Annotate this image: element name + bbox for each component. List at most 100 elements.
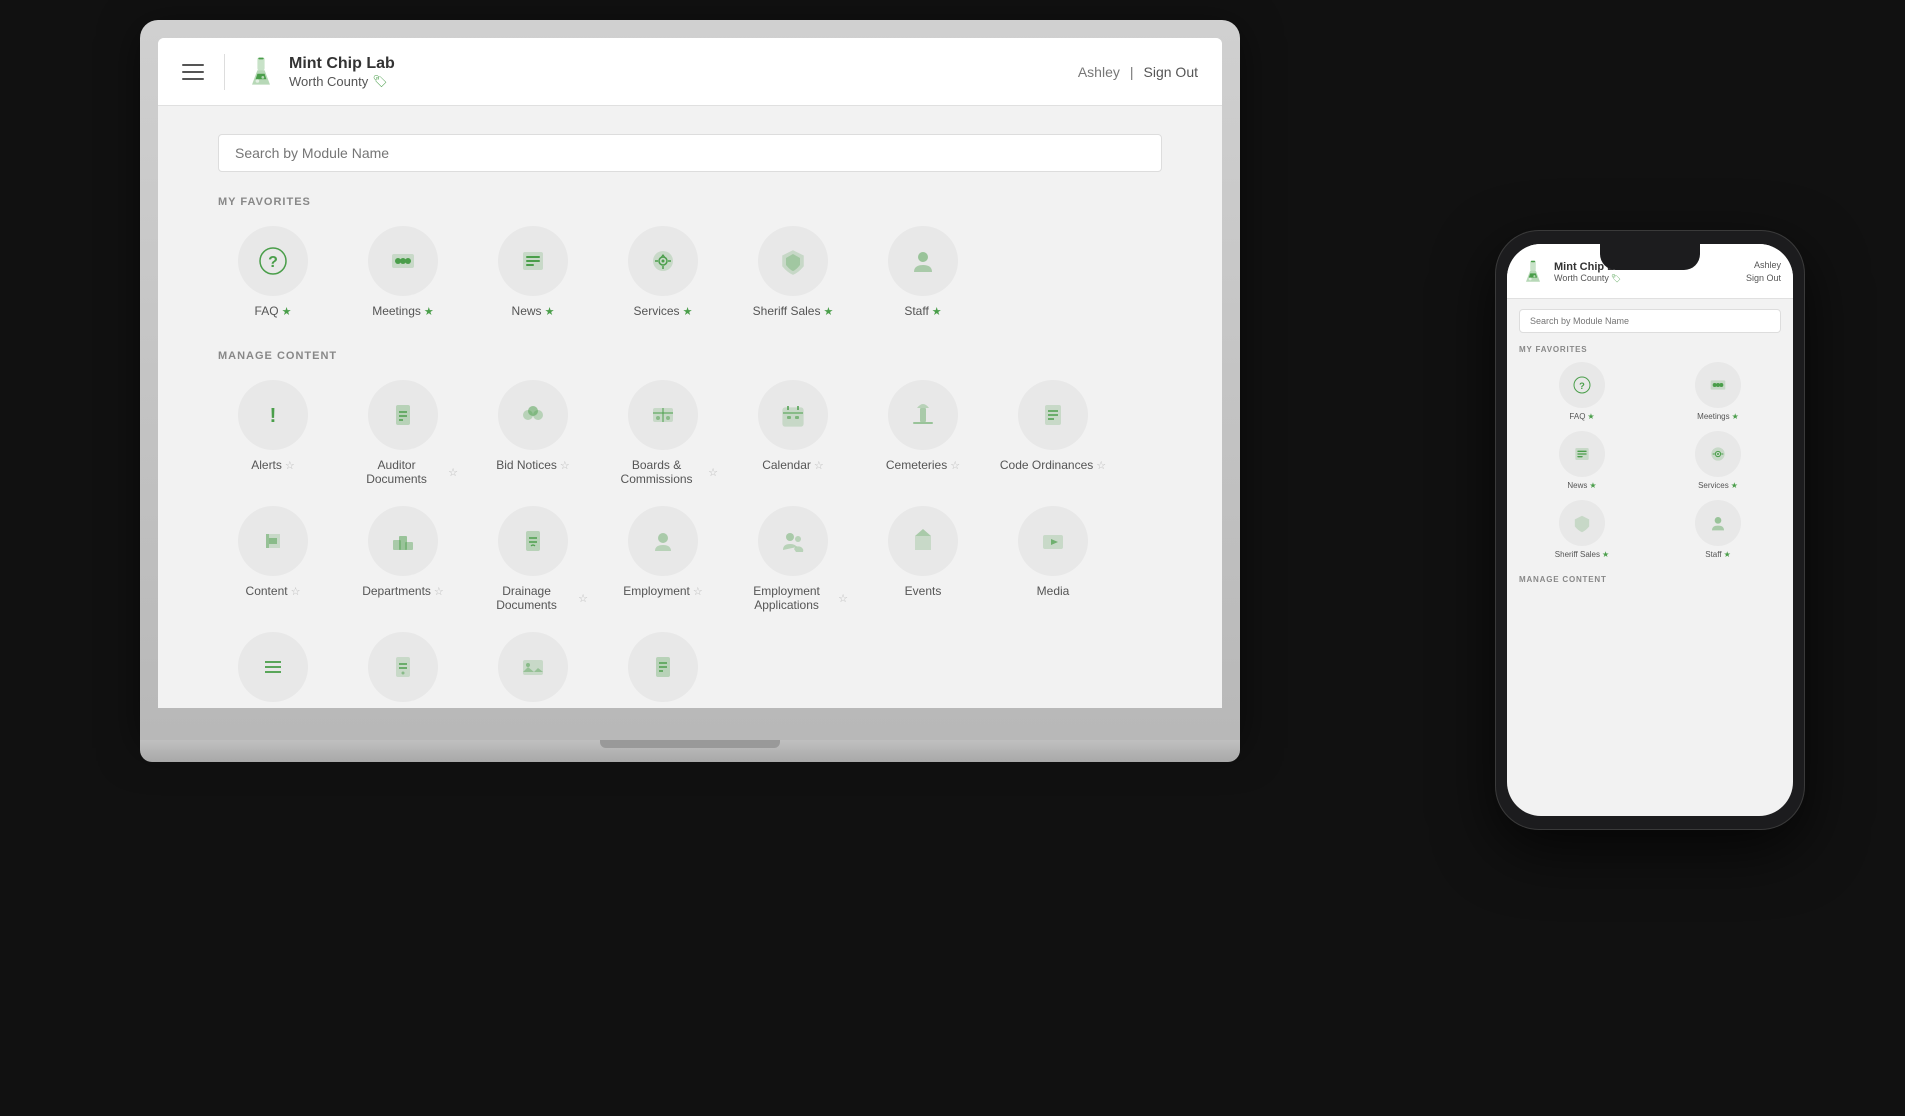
module-faq-label: FAQ★ [255,304,292,318]
phone-module-news-circle [1559,431,1605,477]
favorites-section-title: MY FAVORITES [218,196,1162,208]
phone-favorites-title: MY FAVORITES [1519,345,1781,354]
separator: | [1130,64,1134,80]
module-services-label: Services★ [634,304,693,318]
module-drainage-docs[interactable]: Drainage Documents☆ [478,506,588,612]
module-cemeteries[interactable]: Cemeteries☆ [868,380,978,486]
search-input[interactable] [218,134,1162,172]
alerts-star: ☆ [285,459,295,472]
module-departments[interactable]: Departments☆ [348,506,458,612]
brand-logo: Mint Chip Lab Worth County 🏷 [224,54,395,90]
module-drainage-docs-circle [498,506,568,576]
brand-name: Mint Chip Lab [289,54,395,73]
bid-star: ☆ [560,459,570,472]
phone-module-news-label: News★ [1567,481,1596,490]
module-news-label: News★ [512,304,555,318]
cemeteries-star: ☆ [950,459,960,472]
module-media[interactable]: Media [998,506,1108,612]
phone-brand-sub: Worth County 🏷 [1554,273,1627,283]
module-content-label: Content☆ [246,584,301,598]
module-photo-gallery[interactable]: Photo Gallery [478,632,588,708]
brand-text: Mint Chip Lab Worth County 🏷 [289,54,395,88]
laptop-base [140,740,1240,762]
news-star: ★ [545,305,555,318]
module-alerts[interactable]: ! Alerts☆ [218,380,328,486]
auditor-star: ☆ [448,466,458,479]
phone-module-news[interactable]: News★ [1519,431,1645,490]
module-cemeteries-circle [888,380,958,450]
laptop-outer: Mint Chip Lab Worth County 🏷 Ashley | Si… [140,20,1240,740]
departments-star: ☆ [434,585,444,598]
employment-apps-star: ☆ [838,592,848,605]
module-boards[interactable]: Boards & Commissions☆ [608,380,718,486]
phone-module-services[interactable]: Services★ [1655,431,1781,490]
phone-module-staff-circle [1695,500,1741,546]
scene: Mint Chip Lab Worth County 🏷 Ashley | Si… [0,0,1905,1116]
module-alerts-circle: ! [238,380,308,450]
phone-module-faq[interactable]: ? FAQ★ [1519,362,1645,421]
module-events-circle [888,506,958,576]
employment-star: ☆ [693,585,703,598]
module-staff[interactable]: Staff★ [868,226,978,318]
app-content: MY FAVORITES ? FAQ★ [158,106,1222,708]
boards-star: ☆ [708,466,718,479]
faq-star: ★ [282,305,292,318]
module-faq[interactable]: ? FAQ★ [218,226,328,318]
laptop-device: Mint Chip Lab Worth County 🏷 Ashley | Si… [140,20,1240,800]
module-news[interactable]: News★ [478,226,588,318]
module-cemeteries-label: Cemeteries☆ [886,458,960,472]
module-meetings-circle [368,226,438,296]
module-calendar[interactable]: Calendar☆ [738,380,848,486]
content-star: ☆ [291,585,301,598]
module-services[interactable]: Services★ [608,226,718,318]
module-sheriff-sales-circle [758,226,828,296]
module-employment[interactable]: Employment☆ [608,506,718,612]
phone-module-meetings-label: Meetings★ [1697,412,1739,421]
tag-icon: 🏷 [372,74,387,88]
svg-text:?: ? [268,254,278,271]
phone-module-meetings[interactable]: Meetings★ [1655,362,1781,421]
module-employment-apps-circle [758,506,828,576]
phone-module-faq-label: FAQ★ [1569,412,1594,421]
menu-button[interactable] [182,64,204,80]
staff-star: ★ [932,305,942,318]
header-right: Ashley | Sign Out [1078,64,1198,80]
meetings-star: ★ [424,305,434,318]
module-auditor-docs[interactable]: Auditor Documents☆ [348,380,458,486]
svg-text:?: ? [1579,381,1585,391]
module-alerts-label: Alerts☆ [251,458,295,472]
phone-header-right: Ashley Sign Out [1746,259,1781,286]
flask-icon [243,54,279,90]
module-menu-items[interactable]: Menu Items [218,632,328,708]
svg-text:!: ! [270,405,277,427]
username: Ashley [1078,64,1120,80]
sign-out-link[interactable]: Sign Out [1144,64,1198,80]
module-pages[interactable]: Pages [348,632,458,708]
module-policies-circle [628,632,698,702]
module-employment-circle [628,506,698,576]
module-sheriff-sales-label: Sheriff Sales★ [753,304,834,318]
module-meetings-label: Meetings★ [372,304,434,318]
module-code-ordinances-circle [1018,380,1088,450]
services-star: ★ [683,305,693,318]
phone-content: MY FAVORITES ? FAQ★ [1507,299,1793,816]
module-content[interactable]: Content☆ [218,506,328,612]
module-staff-circle [888,226,958,296]
phone-sign-out[interactable]: Sign Out [1746,272,1781,286]
module-departments-label: Departments☆ [362,584,444,598]
module-employment-apps[interactable]: Employment Applications☆ [738,506,848,612]
module-sheriff-sales[interactable]: Sheriff Sales★ [738,226,848,318]
module-meetings[interactable]: Meetings★ [348,226,458,318]
module-bid-notices[interactable]: Bid Notices☆ [478,380,588,486]
phone-module-staff[interactable]: Staff★ [1655,500,1781,559]
module-staff-label: Staff★ [904,304,941,318]
module-events[interactable]: Events [868,506,978,612]
module-events-label: Events [905,584,942,598]
phone-module-sheriff[interactable]: Sheriff Sales★ [1519,500,1645,559]
module-employment-label: Employment☆ [623,584,703,598]
module-policies[interactable]: Policies [608,632,718,708]
code-star: ☆ [1096,459,1106,472]
phone-search-input[interactable] [1519,309,1781,333]
module-code-ordinances[interactable]: Code Ordinances☆ [998,380,1108,486]
module-news-circle [498,226,568,296]
